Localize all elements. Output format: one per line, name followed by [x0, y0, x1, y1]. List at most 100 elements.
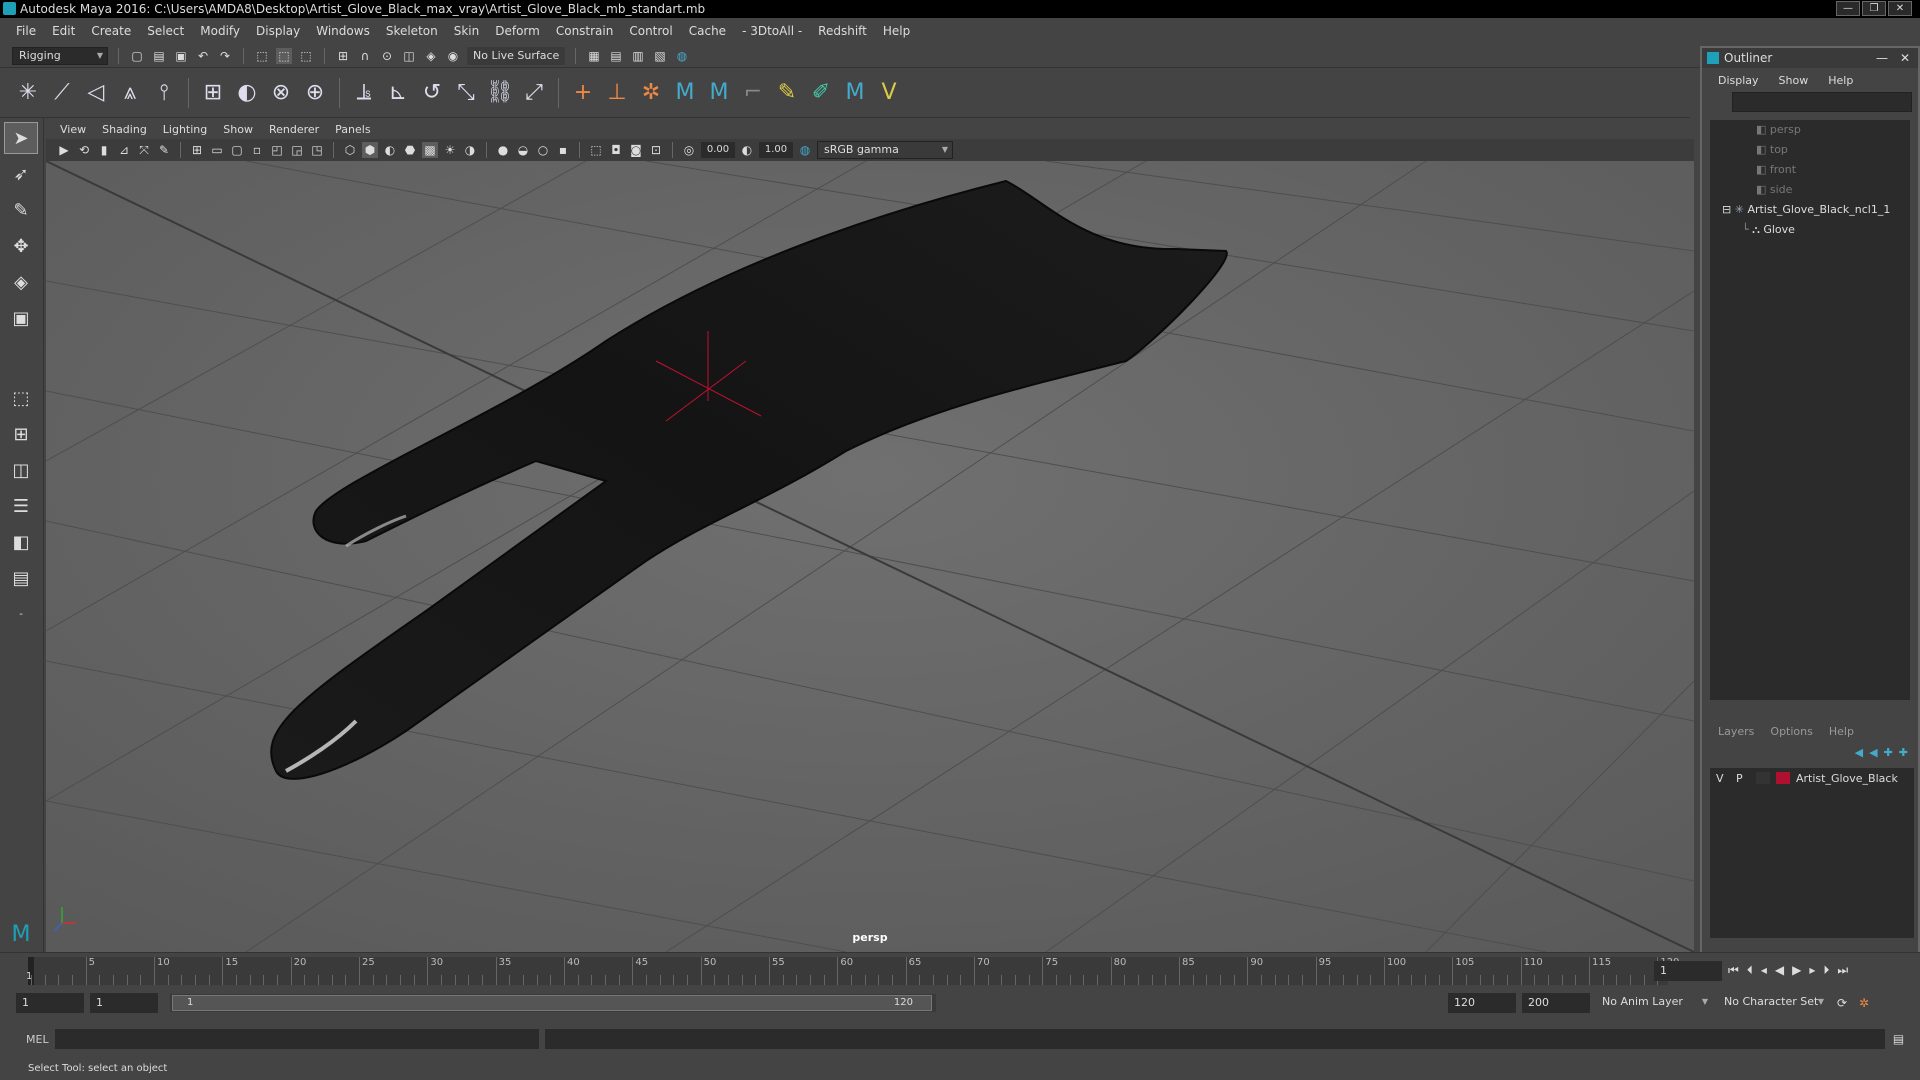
- maximize-button[interactable]: ❐: [1862, 1, 1886, 16]
- animation-start-field[interactable]: 1: [16, 993, 84, 1013]
- grease-pencil-icon[interactable]: ✎: [156, 142, 172, 158]
- move-tool-icon[interactable]: ✥: [4, 230, 38, 262]
- render-view-icon[interactable]: ▧: [652, 48, 668, 64]
- layout-outliner-icon[interactable]: ☰: [4, 490, 38, 522]
- scale-tool-icon[interactable]: ▣: [4, 302, 38, 334]
- paint-blend-icon[interactable]: ✐: [807, 79, 835, 107]
- isolate-select-icon[interactable]: ⬚: [588, 142, 604, 158]
- snap-curve-icon[interactable]: ∩: [357, 48, 373, 64]
- outliner-minimize-button[interactable]: —: [1876, 48, 1888, 68]
- outliner-menu-help[interactable]: Help: [1818, 74, 1863, 87]
- playback-start-field[interactable]: 1: [90, 993, 158, 1013]
- select-hierarchy-icon[interactable]: ⬚: [254, 48, 270, 64]
- new-layer-selected-icon[interactable]: ✚: [1899, 746, 1908, 759]
- menu-file[interactable]: File: [8, 24, 44, 38]
- menu-windows[interactable]: Windows: [308, 24, 378, 38]
- ik-spline-icon[interactable]: ◁: [82, 79, 110, 107]
- menu-3dtoall[interactable]: - 3DtoAll -: [734, 24, 810, 38]
- vp-menu-show[interactable]: Show: [215, 123, 261, 136]
- layer-display-type[interactable]: [1756, 772, 1770, 784]
- gamma-icon[interactable]: ◐: [739, 142, 755, 158]
- outliner-item-group[interactable]: ⊟ ✳ Artist_Glove_Black_ncl1_1: [1710, 200, 1910, 220]
- bookmark-icon[interactable]: ▮: [96, 142, 112, 158]
- make-live-icon[interactable]: ◉: [445, 48, 461, 64]
- outliner-item-front[interactable]: ◧ front: [1710, 160, 1910, 180]
- paint-weights-icon[interactable]: ✎: [773, 79, 801, 107]
- exposure-icon[interactable]: ◎: [681, 142, 697, 158]
- playback-end-field[interactable]: 120: [1448, 993, 1516, 1013]
- pole-vector-icon[interactable]: ⤢: [520, 79, 548, 107]
- outliner-close-button[interactable]: ✕: [1900, 48, 1910, 68]
- screen-space-ao-icon[interactable]: ●: [495, 142, 511, 158]
- go-to-start-icon[interactable]: ⏮: [1728, 963, 1739, 978]
- step-forward-frame-icon[interactable]: ▸: [1809, 963, 1815, 978]
- insert-joint-icon[interactable]: ⩓: [116, 79, 144, 107]
- step-forward-key-icon[interactable]: ⏵: [1823, 963, 1829, 978]
- layer-menu-help[interactable]: Help: [1821, 725, 1862, 738]
- save-scene-icon[interactable]: ▣: [173, 48, 189, 64]
- depth-of-field-icon[interactable]: ▪: [555, 142, 571, 158]
- undo-icon[interactable]: ↶: [195, 48, 211, 64]
- textured-icon[interactable]: ▩: [422, 142, 438, 158]
- menu-skin[interactable]: Skin: [446, 24, 488, 38]
- render-frame-icon[interactable]: ▤: [608, 48, 624, 64]
- select-tool-icon[interactable]: ➤: [4, 122, 38, 154]
- camera-select-icon[interactable]: ▶: [56, 142, 72, 158]
- hypershade-icon[interactable]: ◍: [674, 48, 690, 64]
- safe-title-icon[interactable]: ◳: [309, 142, 325, 158]
- anim-layer-dropdown[interactable]: No Anim Layer: [1596, 994, 1712, 1012]
- layer-color-swatch[interactable]: [1776, 772, 1790, 784]
- outliner-item-glove[interactable]: └ ⛬ Glove: [1710, 220, 1910, 240]
- layer-menu-options[interactable]: Options: [1762, 725, 1820, 738]
- motion-blur-icon[interactable]: ◒: [515, 142, 531, 158]
- wrap-icon[interactable]: ⊗: [267, 79, 295, 107]
- default-material-icon[interactable]: ◐: [382, 142, 398, 158]
- ipr-render-icon[interactable]: ▥: [630, 48, 646, 64]
- resolution-gate-icon[interactable]: ▢: [229, 142, 245, 158]
- wire-icon[interactable]: ⊕: [301, 79, 329, 107]
- collapse-icon[interactable]: ⊟: [1722, 203, 1735, 216]
- close-button[interactable]: ✕: [1888, 1, 1912, 16]
- menu-skeleton[interactable]: Skeleton: [378, 24, 446, 38]
- gamma-field[interactable]: 1.00: [759, 142, 793, 158]
- select-object-icon[interactable]: ⬚: [276, 47, 292, 64]
- command-input[interactable]: [54, 1029, 539, 1049]
- outliner-search-input[interactable]: [1732, 92, 1912, 112]
- menu-control[interactable]: Control: [621, 24, 680, 38]
- menu-redshift[interactable]: Redshift: [810, 24, 875, 38]
- character-set-dropdown[interactable]: No Character Set: [1718, 994, 1828, 1012]
- shelf-menu-icon[interactable]: V: [875, 79, 903, 107]
- menu-cache[interactable]: Cache: [681, 24, 734, 38]
- outliner-menu-display[interactable]: Display: [1708, 74, 1769, 87]
- move-layer-up-icon[interactable]: ◀: [1855, 746, 1863, 759]
- layout-graph-icon[interactable]: ◧: [4, 526, 38, 558]
- view-transform-dropdown[interactable]: sRGB gamma: [817, 141, 953, 159]
- animation-end-field[interactable]: 200: [1522, 993, 1590, 1013]
- new-layer-icon[interactable]: ✚: [1884, 746, 1893, 759]
- paint-select-icon[interactable]: ✎: [4, 194, 38, 226]
- safe-action-icon[interactable]: ◲: [289, 142, 305, 158]
- scale-constraint-icon[interactable]: ⤡: [452, 79, 480, 107]
- color-management-icon[interactable]: ◍: [797, 142, 813, 158]
- auto-key-icon[interactable]: ⟳: [1834, 995, 1850, 1011]
- cluster-icon[interactable]: ⊞: [199, 79, 227, 107]
- layer-visibility-toggle[interactable]: V: [1716, 772, 1730, 785]
- grid-toggle-icon[interactable]: ⊞: [189, 142, 205, 158]
- wireframe-icon[interactable]: ⬡: [342, 142, 358, 158]
- smooth-shade-icon[interactable]: ⬢: [362, 142, 378, 158]
- outliner-item-side[interactable]: ◧ side: [1710, 180, 1910, 200]
- range-slider-handle[interactable]: 1 120: [172, 995, 932, 1011]
- vp-menu-view[interactable]: View: [52, 123, 94, 136]
- toolbox-more-icon[interactable]: -: [4, 598, 38, 630]
- new-scene-icon[interactable]: ▢: [129, 48, 145, 64]
- snap-surface-icon[interactable]: ◈: [423, 48, 439, 64]
- ik-handle-icon[interactable]: ⟋: [48, 79, 76, 107]
- rotate-tool-icon[interactable]: ◈: [4, 266, 38, 298]
- layer-menu-layers[interactable]: Layers: [1710, 725, 1762, 738]
- outliner-menu-show[interactable]: Show: [1769, 74, 1819, 87]
- vp-menu-panels[interactable]: Panels: [327, 123, 378, 136]
- outliner-list[interactable]: ◧ persp ◧ top ◧ front ◧ side ⊟ ✳ Artist_…: [1710, 120, 1910, 700]
- mirror-joint-icon[interactable]: ⫯: [150, 79, 178, 107]
- xray-icon[interactable]: ◘: [608, 142, 624, 158]
- gate-mask-icon[interactable]: ▫: [249, 142, 265, 158]
